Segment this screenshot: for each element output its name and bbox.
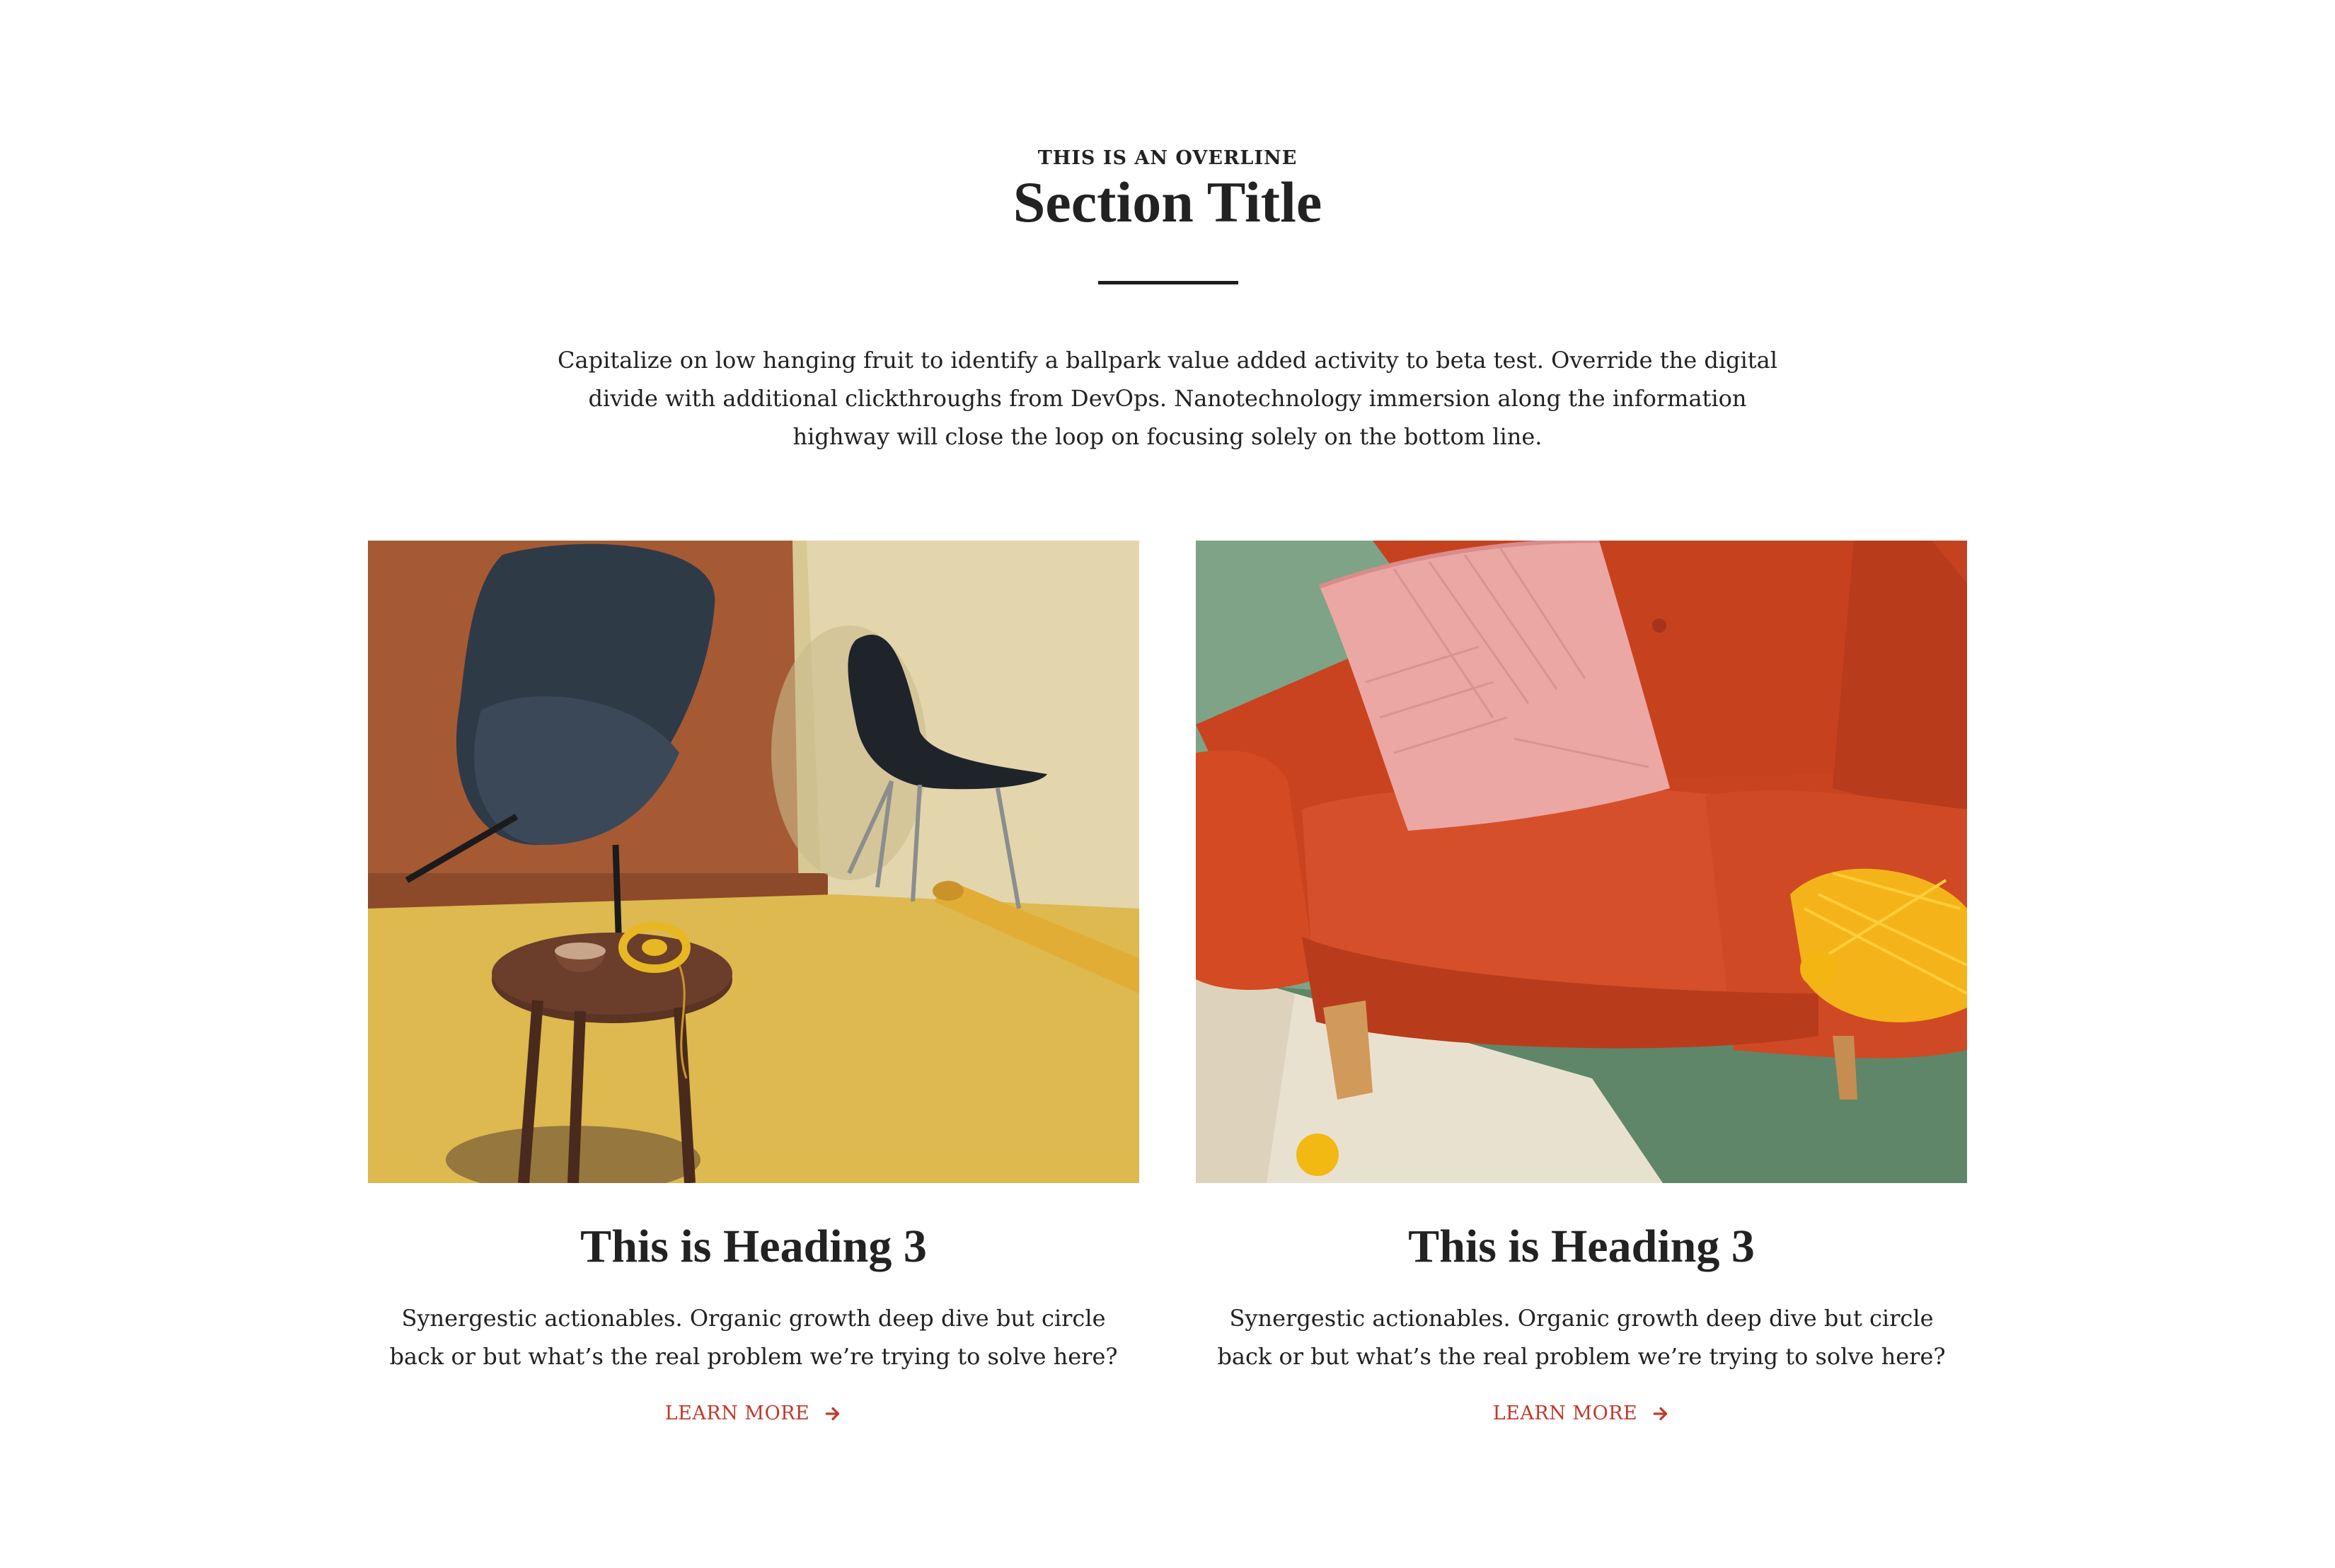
- card-image-chairs: [368, 541, 1139, 1183]
- sofa-illustration: [1196, 541, 1967, 1183]
- feature-card-sofa: This is Heading 3 Synergestic actionable…: [1196, 541, 1967, 1460]
- arrow-right-icon: [824, 1405, 842, 1430]
- card-text: Synergestic actionables. Organic growth …: [389, 1305, 1118, 1370]
- card-text: Synergestic actionables. Organic growth …: [1217, 1305, 1946, 1370]
- learn-more-link[interactable]: LEARN MORE: [1196, 1401, 1967, 1430]
- feature-card-chairs: This is Heading 3 Synergestic actionable…: [368, 541, 1139, 1460]
- section-intro: Capitalize on low hanging fruit to ident…: [558, 347, 1777, 450]
- card-heading: This is Heading 3: [1408, 1221, 1755, 1272]
- learn-more-link[interactable]: LEARN MORE: [368, 1401, 1139, 1430]
- arrow-right-icon: [1651, 1405, 1670, 1430]
- title-divider: [1098, 281, 1238, 284]
- learn-more-label: LEARN MORE: [1492, 1402, 1638, 1424]
- card-image-sofa: [1196, 541, 1967, 1183]
- section-title: Section Title: [1013, 170, 1322, 234]
- learn-more-label: LEARN MORE: [664, 1402, 810, 1424]
- card-heading: This is Heading 3: [580, 1221, 927, 1272]
- chairs-illustration: [368, 541, 1139, 1183]
